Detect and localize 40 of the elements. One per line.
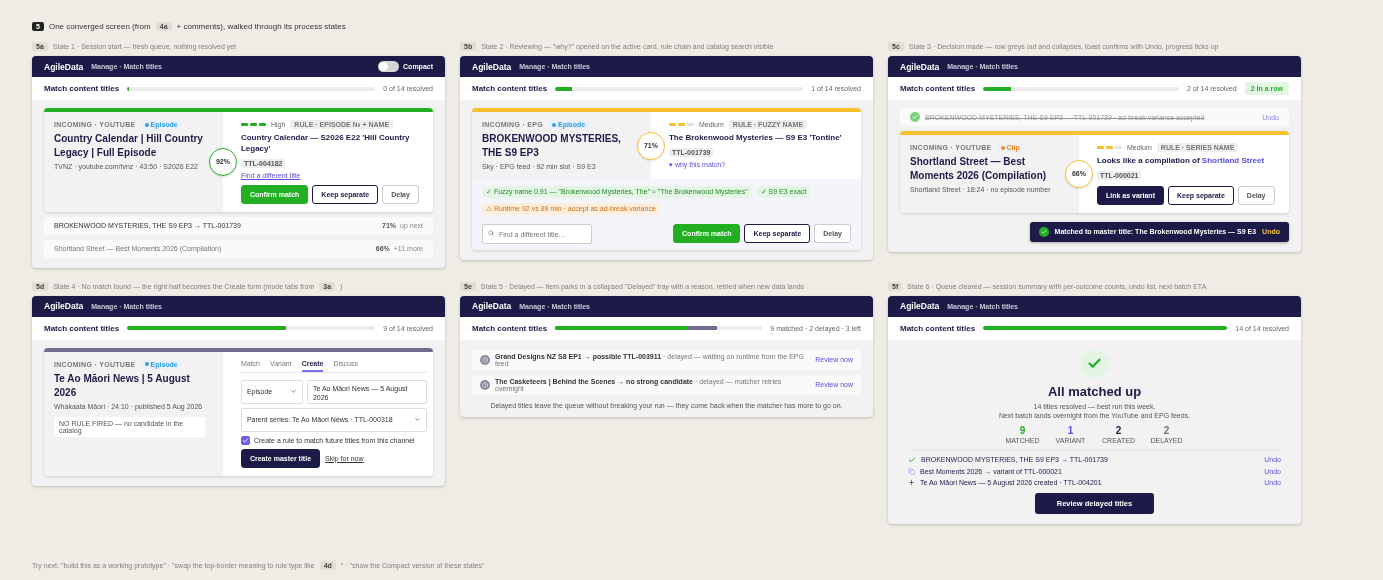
stat-value: 9	[1019, 424, 1026, 436]
check-icon	[1080, 349, 1109, 378]
plus-icon	[908, 478, 915, 486]
clock-icon	[480, 354, 490, 365]
incoming-title: Country Calendar | Hill Country Legacy | Full Episode	[54, 132, 204, 160]
check-icon	[1038, 226, 1049, 237]
stat-value: 1	[1067, 424, 1074, 436]
check-icon	[910, 112, 920, 122]
page-title: Match content titles	[44, 323, 120, 333]
page-title: Match content titles	[44, 84, 120, 93]
summary-title: All matched up	[1047, 383, 1142, 399]
page-title: Match content titles	[472, 323, 548, 333]
incoming-title: BROKENWOOD MYSTERIES, THE S9 EP3	[482, 132, 622, 160]
clock-icon	[480, 379, 490, 390]
brand-name: AgileData	[900, 61, 940, 72]
incoming-title: Shortland Street — Best Moments 2026 (Compilation)	[910, 155, 1048, 183]
check-icon	[908, 455, 916, 464]
compact-toggle[interactable]	[378, 61, 400, 72]
brand-name: AgileData	[472, 301, 512, 312]
checkbox[interactable]	[240, 435, 250, 445]
brand-name: AgileData	[900, 301, 940, 312]
page-title: Match content titles	[472, 84, 548, 93]
series-link[interactable]: Shortland Street	[1201, 156, 1265, 165]
page-title: Match content titles	[900, 323, 976, 333]
annotation-text: + comments), walked through its process states	[176, 22, 346, 31]
stat-value: 2	[1115, 424, 1122, 436]
page-title: Match content titles	[900, 84, 976, 93]
candidate-title: Country Calendar — S2026 E22 'Hill Country Legacy'	[240, 133, 411, 155]
brand-name: AgileData	[44, 301, 84, 312]
candidate-title: The Brokenwood Mysteries — S9 E3 'Tontine'	[668, 133, 843, 144]
incoming-title: Te Ao Māori News | 5 August 2026	[54, 371, 191, 400]
search-icon	[488, 229, 494, 236]
brand-name: AgileData	[44, 61, 84, 72]
copy-icon	[908, 467, 915, 475]
brand-name: AgileData	[472, 61, 512, 72]
stat-value: 2	[1163, 424, 1170, 436]
chevron-down-icon	[289, 388, 297, 396]
candidate-title: Looks like a compilation of Shortland Street	[1096, 156, 1266, 167]
chevron-down-icon	[414, 416, 421, 424]
annotation-text: One converged screen (from	[48, 22, 151, 31]
